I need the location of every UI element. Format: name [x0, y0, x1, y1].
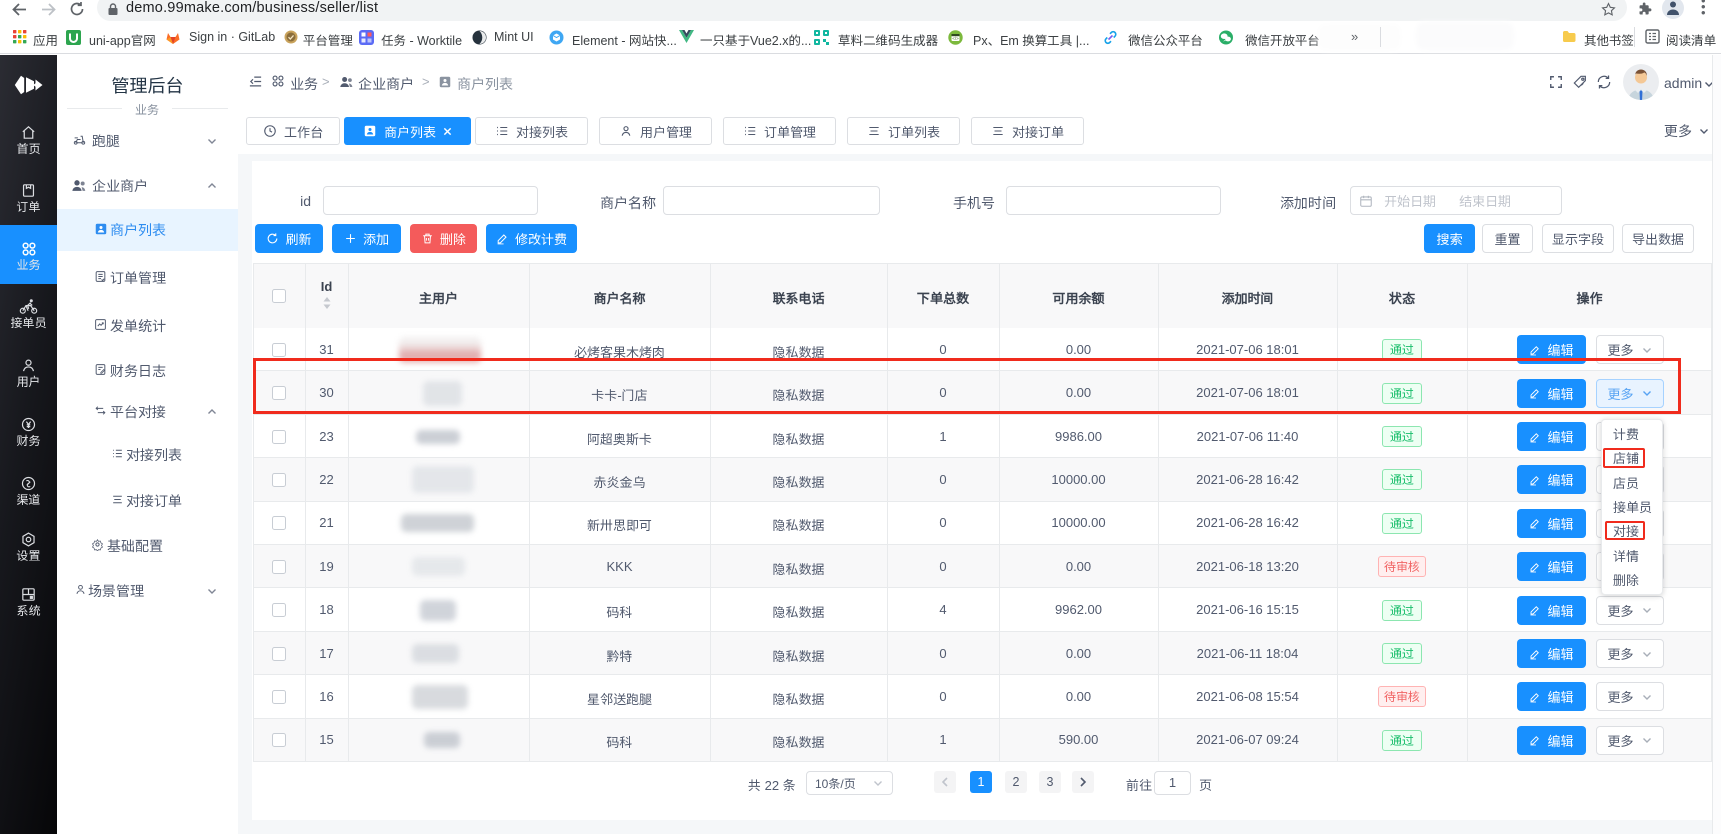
svg-text:</>: </>: [952, 36, 959, 41]
